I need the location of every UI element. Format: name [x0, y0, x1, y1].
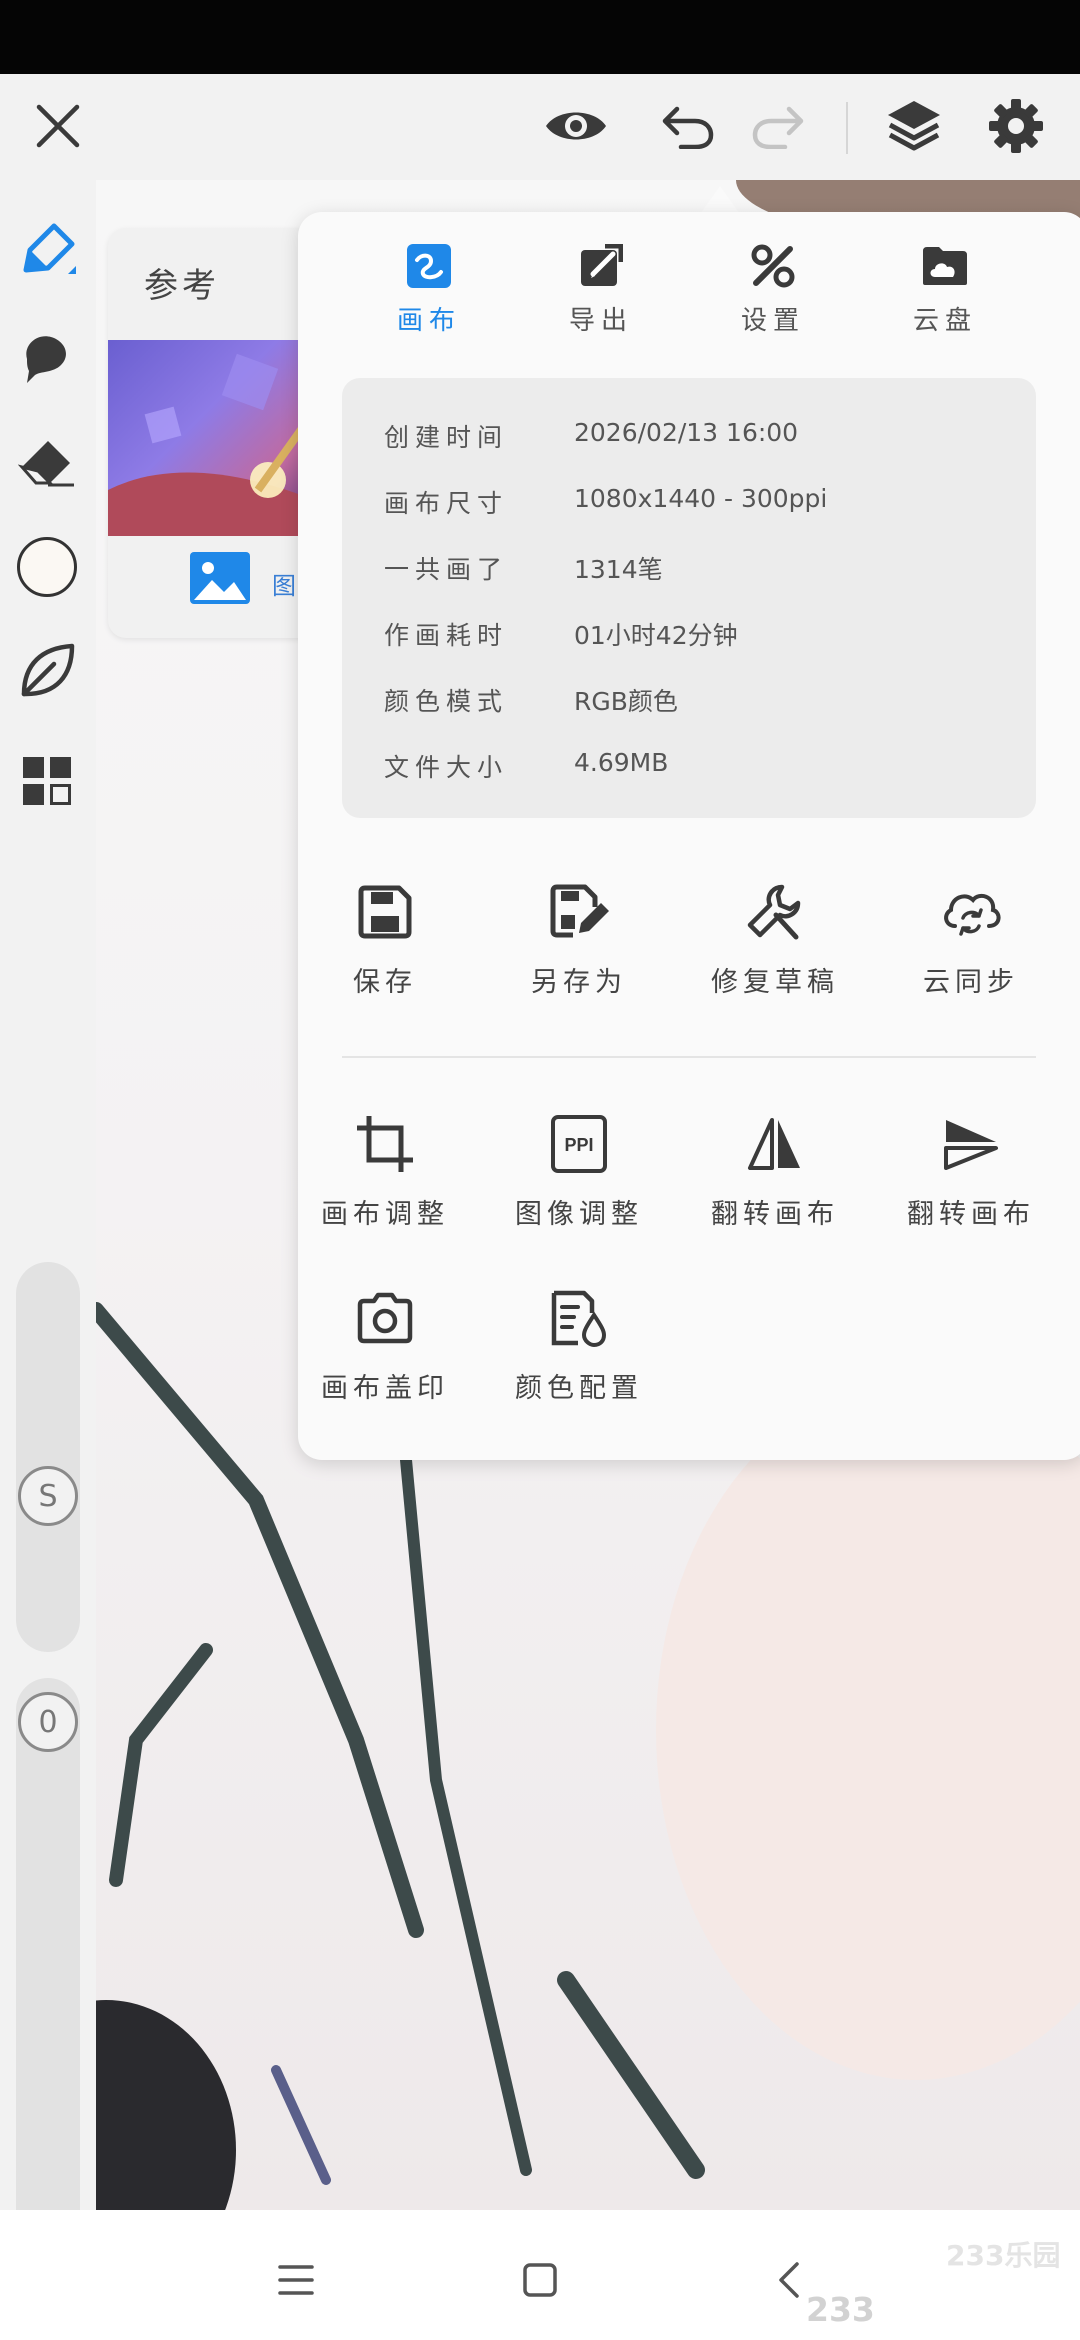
tab-canvas[interactable]: 画布 — [364, 242, 494, 342]
info-duration-value: 01小时42分钟 — [574, 621, 738, 650]
gear-icon[interactable] — [984, 94, 1048, 158]
canvas-adjust-button[interactable]: 画布调整 — [300, 1112, 470, 1252]
flip-horizontal-icon — [743, 1112, 807, 1176]
image-picker-icon[interactable] — [188, 550, 252, 606]
color-picker-swatch[interactable] — [14, 534, 80, 600]
brush-size-label: S — [38, 1478, 58, 1514]
color-profile-icon — [547, 1286, 611, 1350]
save-as-label: 另存为 — [531, 967, 627, 998]
info-file-size-value: 4.69MB — [574, 748, 669, 777]
flip-horizontal-label: 翻转画布 — [711, 1199, 839, 1230]
home-nav-icon[interactable] — [510, 2250, 570, 2310]
cloud-folder-icon — [921, 242, 969, 290]
tab-settings-label: 设置 — [740, 306, 805, 336]
canvas-menu-panel: 画布 导出 设置 云盘 创建时间 2026/02/13 16:00 画布尺寸 1… — [298, 212, 1080, 1460]
save-label: 保存 — [353, 967, 417, 998]
toolbar-separator — [846, 102, 848, 154]
save-as-icon — [547, 880, 611, 944]
layers-icon[interactable] — [882, 94, 946, 158]
eraser-tool-icon[interactable] — [14, 428, 80, 494]
opacity-knob[interactable]: 0 — [18, 1692, 78, 1752]
close-icon[interactable] — [26, 94, 90, 158]
tab-export-label: 导出 — [568, 306, 633, 336]
save-button[interactable]: 保存 — [300, 880, 470, 1020]
canvas-stamp-label: 画布盖印 — [321, 1373, 449, 1404]
repair-draft-label: 修复草稿 — [711, 967, 839, 998]
color-profile-label: 颜色配置 — [515, 1373, 643, 1404]
brush-size-knob[interactable]: S — [18, 1466, 78, 1526]
info-file-size-label: 文件大小 — [384, 753, 509, 782]
info-created-label: 创建时间 — [384, 423, 509, 452]
opacity-slider[interactable] — [16, 1678, 80, 2263]
smudge-tool-icon[interactable] — [14, 324, 80, 390]
svg-text:PPI: PPI — [564, 1135, 593, 1155]
info-duration-label: 作画耗时 — [384, 621, 509, 650]
info-strokes-value: 1314笔 — [574, 555, 663, 584]
tools-icon — [749, 242, 797, 290]
cloud-sync-label: 云同步 — [923, 967, 1019, 998]
image-adjust-button[interactable]: PPI 图像调整 — [494, 1112, 664, 1252]
menu-divider — [342, 1056, 1036, 1058]
info-created-value: 2026/02/13 16:00 — [574, 418, 799, 447]
brush-size-slider[interactable] — [16, 1262, 80, 1652]
pen-tool-icon[interactable] — [14, 218, 80, 284]
canvas-info-box: 创建时间 2026/02/13 16:00 画布尺寸 1080x1440 - 3… — [342, 378, 1036, 818]
grid-menu-icon[interactable] — [14, 748, 80, 814]
info-strokes-label: 一共画了 — [384, 555, 509, 584]
tab-cloud-label: 云盘 — [912, 306, 977, 336]
menu-nav-icon[interactable] — [266, 2250, 326, 2310]
save-icon — [353, 880, 417, 944]
repair-draft-button[interactable]: 修复草稿 — [690, 880, 860, 1020]
image-picker-label[interactable]: 图 — [272, 566, 296, 601]
eye-icon[interactable] — [544, 94, 608, 158]
opacity-label: 0 — [38, 1704, 58, 1740]
undo-icon[interactable] — [656, 94, 720, 158]
flip-vertical-icon — [939, 1112, 1003, 1176]
watermark-logo: 233乐园 — [946, 2239, 1061, 2272]
save-as-button[interactable]: 另存为 — [494, 880, 664, 1020]
top-toolbar — [0, 74, 1080, 180]
color-profile-button[interactable]: 颜色配置 — [494, 1286, 664, 1426]
tab-cloud[interactable]: 云盘 — [880, 242, 1010, 342]
info-size-label: 画布尺寸 — [384, 489, 509, 518]
cloud-sync-icon — [939, 880, 1003, 944]
canvas-stamp-button[interactable]: 画布盖印 — [300, 1286, 470, 1426]
image-adjust-label: 图像调整 — [515, 1199, 643, 1230]
canvas-tab-icon — [405, 242, 453, 290]
flip-vertical-button[interactable]: 翻转画布 — [886, 1112, 1056, 1252]
flip-horizontal-button[interactable]: 翻转画布 — [690, 1112, 860, 1252]
flip-vertical-label: 翻转画布 — [907, 1199, 1035, 1230]
info-color-mode-value: RGB颜色 — [574, 687, 678, 716]
info-size-value: 1080x1440 - 300ppi — [574, 484, 828, 513]
cloud-sync-button[interactable]: 云同步 — [886, 880, 1056, 1020]
camera-icon — [353, 1286, 417, 1350]
watermark-id: 233号:351895044 — [806, 2290, 1059, 2340]
info-color-mode-label: 颜色模式 — [384, 687, 509, 716]
status-bar — [0, 0, 1080, 74]
export-icon — [577, 242, 625, 290]
wrench-icon — [743, 880, 807, 944]
left-toolbar: S 0 — [0, 180, 96, 2263]
redo-icon[interactable] — [746, 94, 810, 158]
tab-canvas-label: 画布 — [396, 306, 461, 336]
leaf-brush-icon[interactable] — [14, 638, 80, 704]
tab-export[interactable]: 导出 — [536, 242, 666, 342]
menu-pointer — [700, 186, 740, 214]
tab-settings[interactable]: 设置 — [708, 242, 838, 342]
reference-title: 参考 — [144, 266, 220, 306]
ppi-icon: PPI — [547, 1112, 611, 1176]
canvas-adjust-label: 画布调整 — [321, 1199, 449, 1230]
crop-icon — [353, 1112, 417, 1176]
